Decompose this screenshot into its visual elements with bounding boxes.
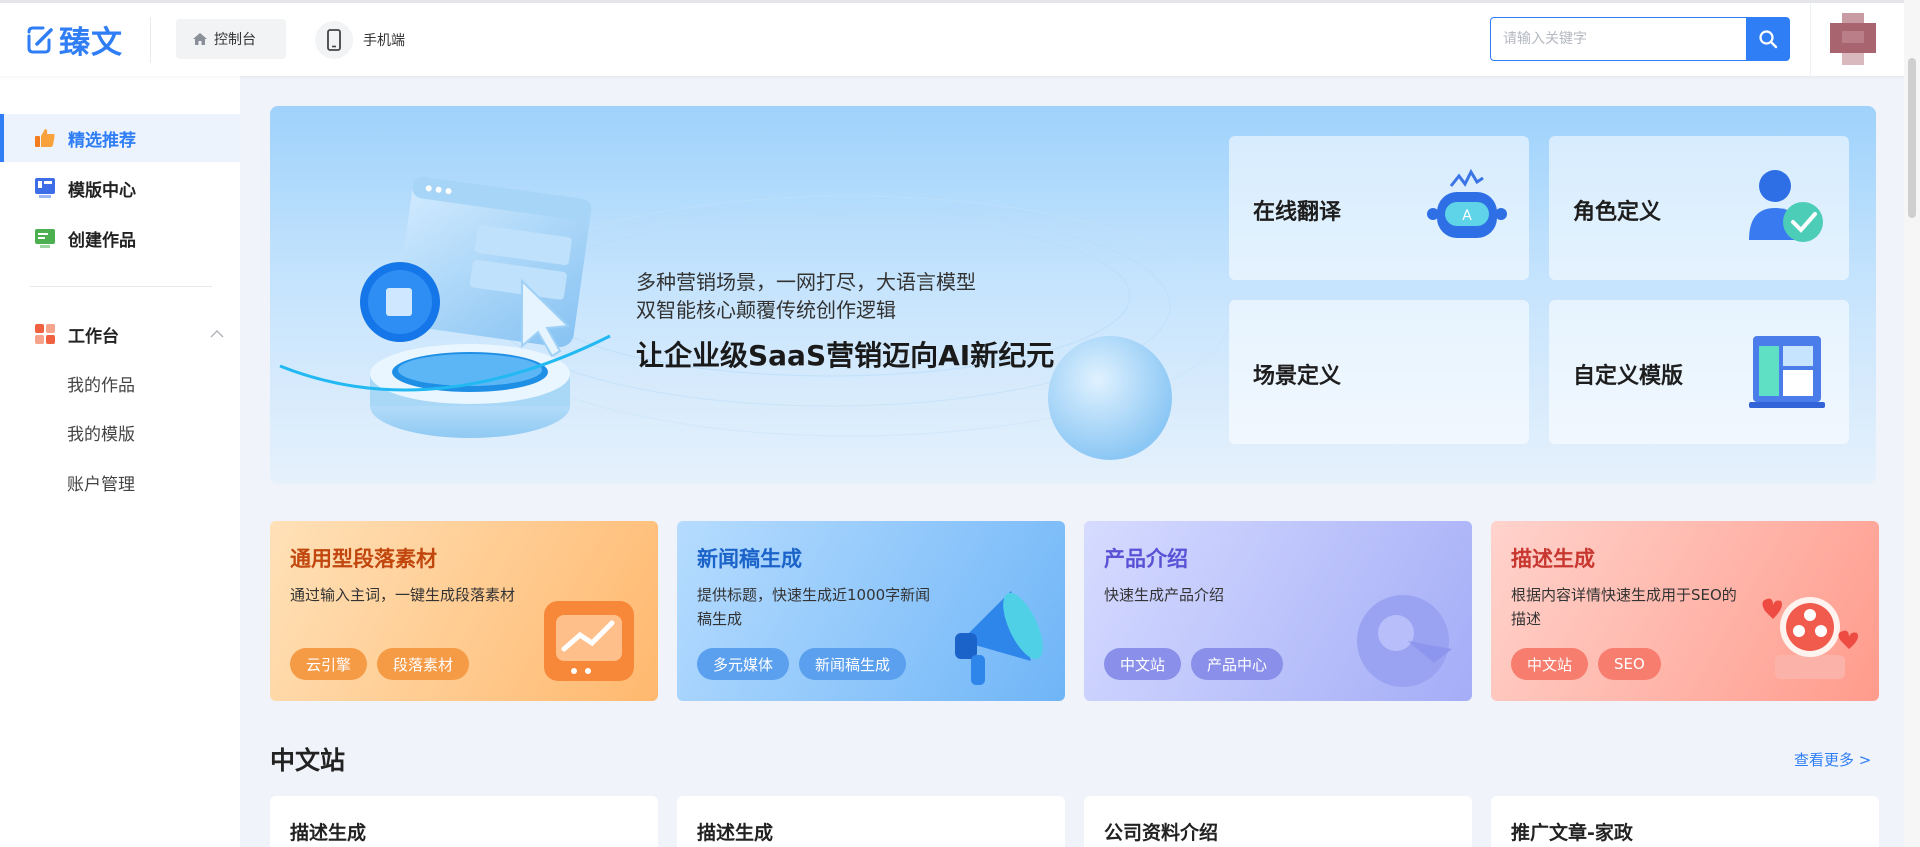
tile-label: 场景定义: [1253, 364, 1342, 389]
workspace-icon: [35, 324, 55, 344]
tag[interactable]: 新闻稿生成: [799, 648, 907, 680]
sidebar-item-templates[interactable]: 模版中心: [0, 164, 240, 212]
chevron-up-icon[interactable]: [210, 330, 224, 338]
see-more-link[interactable]: 查看更多 >: [1794, 749, 1871, 770]
template-card-title: 描述生成: [697, 822, 774, 844]
page-scrollbar[interactable]: [1904, 0, 1920, 847]
layout-icon: [1749, 336, 1825, 408]
section-title: 中文站: [270, 746, 346, 775]
feature-card-title: 描述生成: [1511, 547, 1595, 571]
tag[interactable]: 中文站: [1104, 648, 1182, 680]
feature-card-tags: 中文站 SEO: [1511, 648, 1661, 680]
mobile-nav-label: 手机端: [363, 33, 405, 49]
console-nav-button[interactable]: 控制台: [176, 19, 286, 59]
feature-card-title: 通用型段落素材: [290, 547, 437, 571]
megaphone-icon: [955, 591, 1043, 685]
template-card-title: 描述生成: [290, 822, 367, 844]
phone-icon-wrap: [315, 21, 353, 59]
user-check-icon: [1749, 170, 1823, 242]
feature-card-description[interactable]: 描述生成 根据内容详情快速生成用于SEO的描述 中文站 SEO: [1491, 521, 1879, 701]
tag[interactable]: 云引擎: [290, 648, 368, 680]
robot-icon: A: [1427, 168, 1507, 238]
feature-card-tags: 中文站 产品中心: [1104, 648, 1284, 680]
feature-card-title: 新闻稿生成: [697, 547, 802, 571]
svg-text:A: A: [1462, 208, 1472, 224]
tag[interactable]: 中文站: [1511, 648, 1589, 680]
phone-icon: [327, 29, 341, 51]
tile-scene-definition[interactable]: 场景定义: [1229, 300, 1529, 444]
sidebar-item-create[interactable]: 创建作品: [0, 214, 240, 262]
scrollbar-thumb[interactable]: [1908, 58, 1916, 218]
tile-role-definition[interactable]: 角色定义: [1549, 136, 1849, 280]
feature-card-tags: 云引擎 段落素材: [290, 648, 470, 680]
hero-banner: 多种营销场景，一网打尽，大语言模型 双智能核心颠覆传统创作逻辑 让企业级SaaS…: [270, 106, 1876, 484]
feature-card-desc: 提供标题，快速生成近1000字新闻稿生成: [697, 586, 931, 628]
home-icon: [193, 33, 207, 45]
tile-custom-template[interactable]: 自定义模版: [1549, 300, 1849, 444]
feature-card-product[interactable]: 产品介绍 快速生成产品介绍 中文站 产品中心: [1084, 521, 1472, 701]
sidebar-item-recommended[interactable]: 精选推荐: [0, 114, 240, 162]
sidebar-divider: [30, 286, 212, 287]
brand-name: 臻文: [59, 25, 123, 61]
header-divider: [150, 17, 151, 63]
banner-line-1: 多种营销场景，一网打尽，大语言模型: [636, 270, 976, 294]
sidebar-item-label: 模版中心: [68, 180, 136, 201]
template-card[interactable]: 描述生成: [677, 796, 1065, 847]
template-icon: [35, 178, 55, 198]
target-icon: [1357, 595, 1452, 687]
tag[interactable]: 产品中心: [1191, 648, 1284, 680]
tag[interactable]: 段落素材: [377, 648, 470, 680]
search-box: [1490, 17, 1790, 61]
chart-board-icon: [544, 601, 634, 681]
banner-headline: 让企业级SaaS营销迈向AI新纪元: [636, 339, 1055, 372]
sidebar-subitem-my-templates[interactable]: 我的模版: [67, 420, 135, 445]
header-divider-right: [1810, 3, 1811, 79]
search-icon: [1759, 30, 1778, 49]
feature-card-desc: 通过输入主词，一键生成段落素材: [290, 586, 516, 604]
sidebar-item-label: 创建作品: [68, 230, 136, 251]
template-card-title: 公司资料介绍: [1104, 822, 1219, 844]
feature-card-news[interactable]: 新闻稿生成 提供标题，快速生成近1000字新闻稿生成 多元媒体 新闻稿生成: [677, 521, 1065, 701]
tile-label: 自定义模版: [1573, 364, 1684, 389]
template-card[interactable]: 公司资料介绍: [1084, 796, 1472, 847]
tag[interactable]: SEO: [1598, 648, 1661, 680]
tile-label: 在线翻译: [1253, 200, 1342, 225]
sidebar: 精选推荐 模版中心 创建作品 工作台 我的作品 我的模版 账户管理: [0, 76, 240, 847]
tile-online-translate[interactable]: 在线翻译 A: [1229, 136, 1529, 280]
sidebar-item-label: 精选推荐: [68, 130, 136, 151]
mobile-nav-button[interactable]: 手机端: [315, 21, 405, 59]
create-icon: [35, 229, 55, 248]
sidebar-subitem-my-works[interactable]: 我的作品: [67, 371, 135, 396]
logo-pen-icon: [27, 26, 53, 53]
feature-card-desc: 快速生成产品介绍: [1104, 586, 1225, 604]
feature-card-tags: 多元媒体 新闻稿生成: [697, 648, 907, 680]
search-button[interactable]: [1746, 17, 1790, 61]
sidebar-item-workspace[interactable]: 工作台: [0, 310, 240, 358]
thumbs-up-icon: [35, 129, 55, 147]
template-card[interactable]: 推广文章-家政: [1491, 796, 1879, 847]
feature-card-desc: 根据内容详情快速生成用于SEO的描述: [1511, 586, 1737, 628]
user-avatar[interactable]: [1830, 13, 1876, 65]
template-card-title: 推广文章-家政: [1511, 822, 1633, 844]
tile-label: 角色定义: [1573, 200, 1662, 225]
sidebar-item-label: 工作台: [68, 326, 119, 347]
feature-card-title: 产品介绍: [1104, 547, 1188, 571]
tag[interactable]: 多元媒体: [697, 648, 790, 680]
search-input[interactable]: [1490, 17, 1746, 61]
film-reel-icon: [1762, 597, 1858, 679]
console-nav-label: 控制台: [214, 32, 256, 48]
sidebar-subitem-account[interactable]: 账户管理: [67, 470, 135, 495]
feature-card-paragraph[interactable]: 通用型段落素材 通过输入主词，一键生成段落素材 云引擎 段落素材: [270, 521, 658, 701]
brand-logo[interactable]: 臻文: [25, 17, 123, 62]
template-card[interactable]: 描述生成: [270, 796, 658, 847]
top-header: 臻文 控制台 手机端: [0, 0, 1920, 79]
banner-line-2: 双智能核心颠覆传统创作逻辑: [636, 298, 896, 322]
